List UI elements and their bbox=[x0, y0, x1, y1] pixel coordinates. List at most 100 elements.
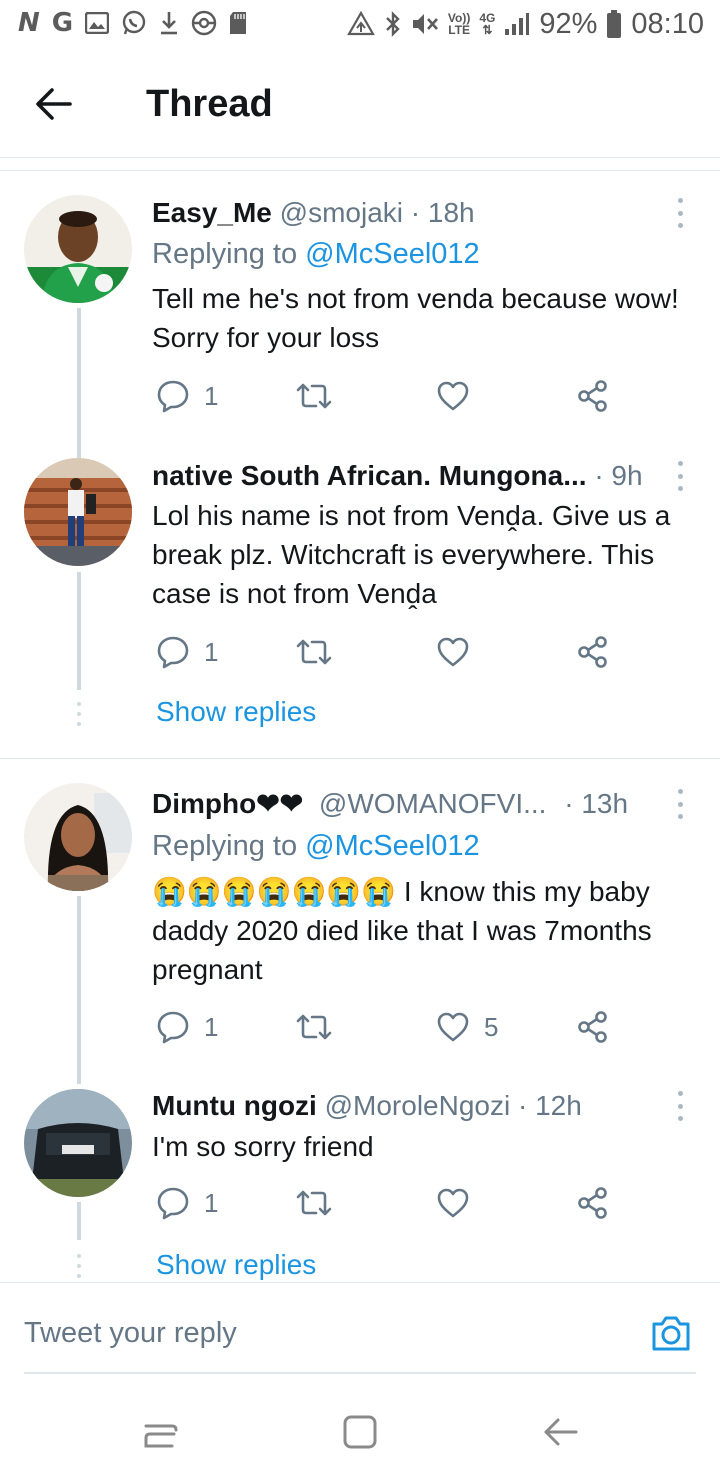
mute-icon bbox=[412, 14, 438, 34]
retweet-button[interactable] bbox=[296, 376, 332, 416]
more-options-button[interactable] bbox=[672, 789, 688, 819]
system-nav-bar bbox=[0, 1384, 720, 1480]
like-count: 5 bbox=[484, 1011, 499, 1042]
reply-button[interactable]: 1 bbox=[156, 632, 218, 672]
tweet-header: native South African. Mungona... · 9h bbox=[152, 459, 643, 493]
share-button[interactable] bbox=[576, 1007, 610, 1047]
retweet-button[interactable] bbox=[296, 632, 332, 672]
retweet-button[interactable] bbox=[296, 1007, 332, 1047]
reply-count: 1 bbox=[204, 1187, 219, 1218]
tweet-actions: 1 bbox=[152, 632, 622, 672]
timestamp[interactable]: · 9h bbox=[594, 460, 642, 491]
heart-icon bbox=[437, 381, 469, 411]
tweet-actions: 1 5 bbox=[152, 1007, 622, 1047]
replying-to-link[interactable]: @McSeel012 bbox=[305, 238, 480, 270]
thread-continuation-dots bbox=[76, 702, 82, 726]
like-button[interactable] bbox=[436, 1183, 484, 1223]
timestamp[interactable]: · 12h bbox=[518, 1090, 582, 1121]
handle[interactable]: @smojaki bbox=[280, 197, 403, 228]
heart-icon bbox=[437, 1012, 469, 1042]
tweet-text: I'm so sorry friend bbox=[152, 1131, 374, 1162]
tweet-text: Tell me he's not from venda because wow!… bbox=[152, 283, 679, 353]
reply-button[interactable]: 1 bbox=[156, 1183, 218, 1223]
reply-button[interactable]: 1 bbox=[156, 1007, 218, 1047]
signal-icon bbox=[505, 13, 530, 35]
download-icon bbox=[161, 12, 178, 35]
tweet-header: Dimpho❤❤ @WOMANOFVI... · 13h bbox=[152, 787, 628, 821]
bluetooth-icon bbox=[386, 11, 400, 37]
display-name[interactable]: Easy_Me bbox=[152, 197, 272, 228]
reply-button[interactable]: 1 bbox=[156, 376, 218, 416]
show-replies-link[interactable]: Show replies bbox=[156, 1248, 316, 1282]
clock: 08:10 bbox=[631, 8, 704, 40]
thread-continuation-dots bbox=[76, 1254, 82, 1278]
reply-input-underline bbox=[24, 1372, 696, 1374]
sync-icon bbox=[191, 10, 217, 36]
volte-indicator: Vo)) LTE bbox=[447, 11, 471, 37]
show-replies-link[interactable]: Show replies bbox=[156, 695, 316, 729]
avatar[interactable] bbox=[24, 458, 132, 566]
retweet-icon bbox=[296, 639, 332, 665]
more-options-button[interactable] bbox=[672, 461, 688, 491]
back-arrow-icon bbox=[544, 1418, 578, 1446]
g-notification-icon: G bbox=[51, 8, 74, 38]
share-button[interactable] bbox=[576, 376, 610, 416]
tweet-header: Muntu ngozi @MoroleNgozi · 12h bbox=[152, 1089, 582, 1123]
replying-to: Replying to @McSeel012 bbox=[152, 830, 480, 862]
avatar[interactable] bbox=[24, 783, 132, 891]
display-name[interactable]: native South African. Mungona... bbox=[152, 460, 587, 491]
share-icon bbox=[578, 1187, 607, 1219]
home-button[interactable] bbox=[336, 1408, 384, 1456]
tweet-text: Lol his name is not from Venḓa. Give us … bbox=[152, 500, 671, 609]
like-button[interactable] bbox=[436, 376, 484, 416]
camera-button[interactable] bbox=[650, 1313, 692, 1353]
avatar-image bbox=[24, 783, 132, 891]
display-name[interactable]: Dimpho❤❤ bbox=[152, 788, 303, 819]
share-icon bbox=[578, 1011, 607, 1043]
page-title: Thread bbox=[146, 83, 273, 125]
thread-line bbox=[77, 308, 81, 460]
avatar[interactable] bbox=[24, 195, 132, 303]
retweet-button[interactable] bbox=[296, 1183, 332, 1223]
replying-to: Replying to @McSeel012 bbox=[152, 238, 480, 270]
reply-icon bbox=[157, 380, 189, 413]
reply-composer: Tweet your reply bbox=[0, 1282, 720, 1378]
handle[interactable]: @WOMANOFVI... bbox=[319, 788, 547, 819]
like-button[interactable]: 5 bbox=[436, 1007, 498, 1047]
camera-icon bbox=[652, 1316, 690, 1351]
n-notification-icon: N bbox=[18, 8, 40, 38]
whatsapp-icon bbox=[122, 10, 146, 35]
conversation-divider bbox=[0, 758, 720, 759]
timestamp[interactable]: · 18h bbox=[411, 197, 475, 228]
share-icon bbox=[578, 636, 607, 668]
handle[interactable]: @MoroleNgozi bbox=[325, 1090, 511, 1121]
tweet-text: 😭😭😭😭😭😭😭 I know this my baby daddy 2020 d… bbox=[152, 876, 652, 985]
share-button[interactable] bbox=[576, 1183, 610, 1223]
share-button[interactable] bbox=[576, 632, 610, 672]
reply-count: 1 bbox=[204, 380, 219, 411]
share-icon bbox=[578, 380, 607, 412]
like-button[interactable] bbox=[436, 632, 484, 672]
data-saver-icon bbox=[347, 11, 375, 36]
reply-count: 1 bbox=[204, 1011, 219, 1042]
back-nav-button[interactable] bbox=[536, 1408, 584, 1456]
reply-icon bbox=[157, 1011, 189, 1044]
status-bar: N G Vo)) LTE 4G ⇅ 92% 08:10 bbox=[0, 0, 720, 48]
back-button[interactable] bbox=[30, 82, 82, 126]
sd-card-icon bbox=[230, 12, 247, 34]
tweet-reply-input[interactable]: Tweet your reply bbox=[24, 1315, 237, 1351]
replying-to-link[interactable]: @McSeel012 bbox=[305, 830, 480, 862]
avatar-image bbox=[24, 458, 132, 566]
reply-icon bbox=[157, 1187, 189, 1220]
avatar[interactable] bbox=[24, 1089, 132, 1197]
thread-line bbox=[77, 1202, 81, 1240]
recent-apps-icon bbox=[144, 1424, 178, 1448]
display-name[interactable]: Muntu ngozi bbox=[152, 1090, 317, 1121]
retweet-icon bbox=[296, 383, 332, 409]
timestamp[interactable]: · 13h bbox=[564, 788, 628, 819]
recent-apps-button[interactable] bbox=[136, 1408, 184, 1456]
more-options-button[interactable] bbox=[672, 198, 688, 228]
retweet-icon bbox=[296, 1190, 332, 1216]
more-options-button[interactable] bbox=[672, 1091, 688, 1121]
app-header: Thread bbox=[0, 48, 720, 158]
